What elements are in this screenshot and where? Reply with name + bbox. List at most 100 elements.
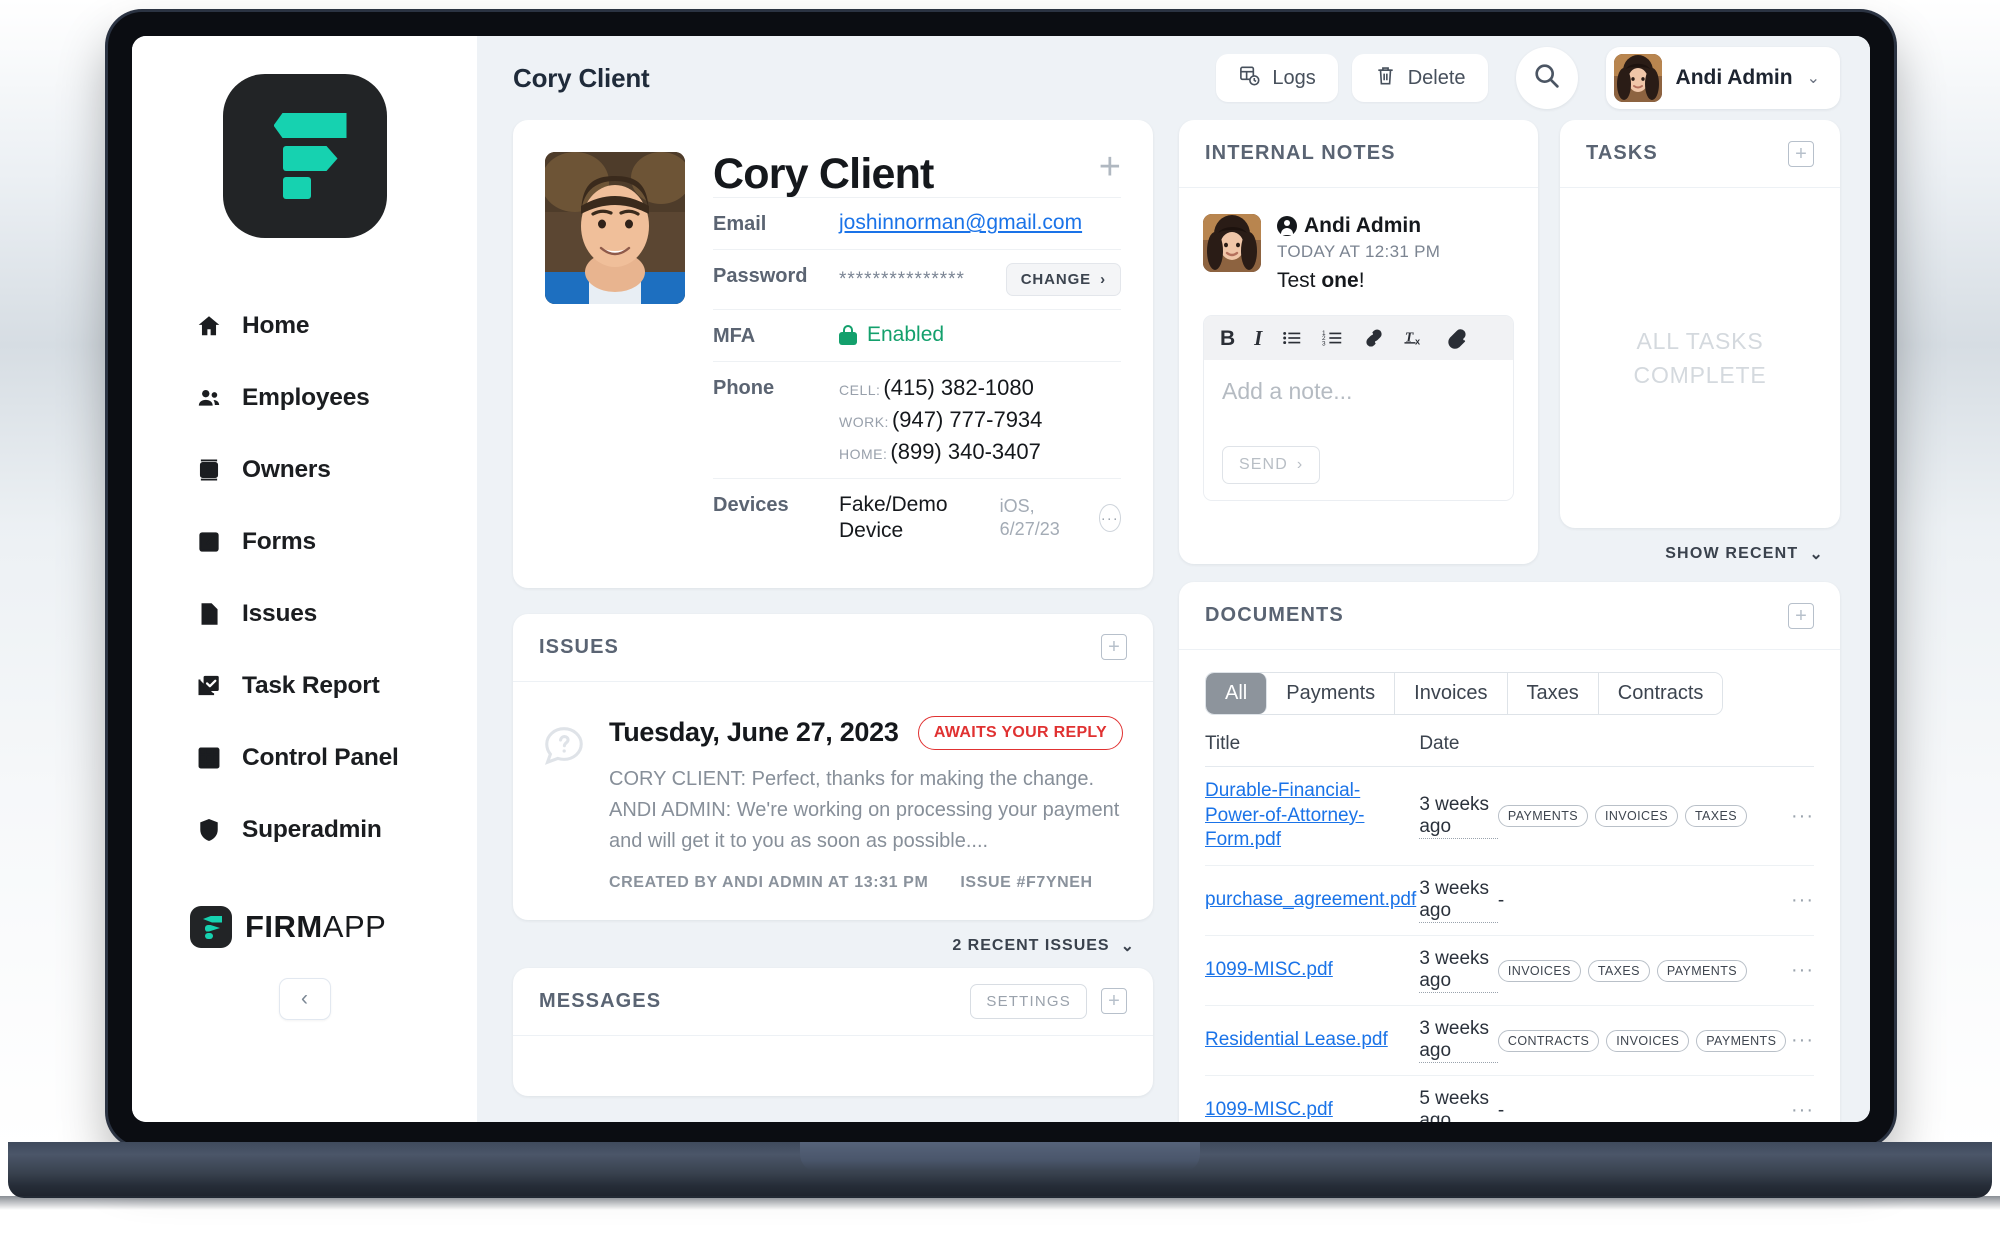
sidebar-item-issues[interactable]: Issues: [195, 578, 477, 650]
note-timestamp: TODAY AT 12:31 PM: [1277, 242, 1441, 261]
document-title-link[interactable]: 1099-MISC.pdf: [1205, 958, 1333, 983]
tasks-empty-line1: ALL TASKS: [1636, 327, 1764, 354]
sidebar-brand-footer: FIRMAPP: [132, 906, 477, 948]
user-menu[interactable]: Andi Admin ⌄: [1605, 47, 1840, 109]
sidebar-item-home[interactable]: Home: [195, 290, 477, 362]
phone-work-type: WORK:: [839, 414, 889, 431]
document-tags-empty: -: [1497, 1099, 1505, 1121]
row-menu-button[interactable]: ···: [1786, 1005, 1814, 1077]
row-menu-button[interactable]: ···: [1786, 1075, 1814, 1122]
sidebar-item-task-report[interactable]: Task Report: [195, 650, 477, 722]
add-message-button[interactable]: +: [1101, 988, 1127, 1015]
column-tags: [1497, 733, 1787, 767]
tab-payments[interactable]: Payments: [1267, 673, 1396, 714]
documents-table-head: Title Date: [1205, 733, 1814, 767]
note-editor: B I 123 T x Add a note... SEND ›: [1203, 315, 1514, 501]
issue-date: Tuesday, June 27, 2023: [609, 717, 899, 748]
email-link[interactable]: joshinnorman@gmail.com: [839, 211, 1082, 234]
document-date: 5 weeks ago: [1419, 1088, 1498, 1122]
content-grid: Cory Client + Email joshinnorman@gmail.c…: [477, 120, 1870, 1122]
email-label: Email: [713, 213, 767, 236]
laptop-frame: Home Employees Owners Forms Issues Task …: [108, 12, 1894, 1146]
bullet-list-icon[interactable]: [1281, 327, 1303, 349]
attachment-icon[interactable]: [1445, 327, 1467, 349]
messages-settings-button[interactable]: SETTINGS: [970, 983, 1087, 1019]
clear-format-icon[interactable]: Tx: [1404, 327, 1426, 349]
change-password-button[interactable]: CHANGE ›: [1005, 263, 1121, 297]
show-recent-toggle[interactable]: SHOW RECENT ⌄: [1665, 544, 1824, 564]
internal-notes-card: INTERNAL NOTES Andi Admin TODAY AT 12:31…: [1179, 120, 1538, 564]
row-menu-button[interactable]: ···: [1786, 935, 1814, 1007]
device-menu-button[interactable]: ···: [1098, 504, 1121, 533]
sidebar-label-control-panel: Control Panel: [242, 744, 399, 771]
row-menu-button[interactable]: ···: [1786, 865, 1814, 937]
sidebar-collapse-button[interactable]: ‹: [278, 978, 331, 1020]
add-issue-button[interactable]: +: [1101, 634, 1127, 661]
tag-payments: PAYMENTS: [1656, 959, 1747, 982]
sidebar-item-owners[interactable]: Owners: [195, 434, 477, 506]
table-row[interactable]: purchase_agreement.pdf 3 weeks ago - ···: [1205, 865, 1814, 937]
password-label: Password: [713, 265, 808, 288]
phone-home: HOME: (899) 340-3407: [839, 439, 1121, 465]
sidebar-item-employees[interactable]: Employees: [195, 362, 477, 434]
sidebar-item-forms[interactable]: Forms: [195, 506, 477, 578]
screenshot-stage: Home Employees Owners Forms Issues Task …: [0, 0, 2000, 1233]
id-card-icon: [195, 456, 223, 484]
notes-body: Andi Admin TODAY AT 12:31 PM Test one! B…: [1179, 188, 1538, 525]
delete-button[interactable]: Delete: [1351, 54, 1488, 102]
messages-body: [513, 1036, 1153, 1096]
document-title-link[interactable]: purchase_agreement.pdf: [1205, 888, 1416, 913]
firmapp-logo-icon: [222, 74, 387, 238]
sidebar-item-superadmin[interactable]: Superadmin: [195, 794, 477, 866]
tasks-card: TASKS + ALL TASKS COMPLETE: [1560, 120, 1840, 528]
note-placeholder: Add a note...: [1222, 378, 1353, 404]
note-author-avatar: [1203, 214, 1261, 272]
tab-taxes[interactable]: Taxes: [1507, 673, 1599, 714]
table-row[interactable]: 1099-MISC.pdf 3 weeks ago INVOICES TAXES…: [1205, 935, 1814, 1007]
tab-invoices[interactable]: Invoices: [1395, 673, 1508, 714]
table-row[interactable]: Durable-Financial-Power-of-Attorney-Form…: [1205, 766, 1814, 867]
issue-meta: CREATED BY ANDI ADMIN AT 13:31 PM ISSUE …: [609, 874, 1123, 892]
sidebar-label-task-report: Task Report: [242, 672, 380, 699]
chevron-left-icon: ‹: [301, 987, 308, 1010]
document-title-link[interactable]: 1099-MISC.pdf: [1205, 1098, 1333, 1122]
table-row[interactable]: 1099-MISC.pdf 5 weeks ago - ···: [1205, 1075, 1814, 1122]
recent-issues-toggle[interactable]: 2 RECENT ISSUES ⌄: [952, 936, 1135, 956]
link-icon[interactable]: [1363, 327, 1385, 349]
notes-header: INTERNAL NOTES: [1179, 120, 1538, 188]
tag-payments: PAYMENTS: [1497, 805, 1588, 828]
bold-icon[interactable]: B: [1220, 328, 1235, 349]
phone-cell-type: CELL:: [839, 382, 881, 399]
add-document-button[interactable]: +: [1788, 602, 1814, 629]
note-input[interactable]: Add a note... SEND ›: [1204, 360, 1513, 500]
issues-header: ISSUES +: [513, 614, 1153, 682]
document-title-link[interactable]: Residential Lease.pdf: [1205, 1028, 1388, 1053]
trash-icon: [1374, 64, 1397, 93]
sidebar-item-control-panel[interactable]: Control Panel: [195, 722, 477, 794]
field-phone: Phone CELL: (415) 382-1080 WORK: (947) 777…: [713, 361, 1121, 478]
tasks-body: ALL TASKS COMPLETE: [1560, 188, 1840, 528]
table-header-row: Title Date: [1205, 733, 1814, 767]
row-menu-button[interactable]: ···: [1786, 766, 1814, 867]
device-name: Fake/Demo Device: [839, 493, 948, 543]
documents-card: DOCUMENTS + All Payments Invoices Taxes …: [1179, 582, 1840, 1122]
phone-home-number: (899) 340-3407: [890, 439, 1041, 465]
profile-add-button[interactable]: +: [1099, 148, 1121, 186]
password-masked-value: ***************: [839, 268, 965, 290]
issue-item[interactable]: Tuesday, June 27, 2023 AWAITS YOUR REPLY…: [513, 682, 1153, 920]
table-row[interactable]: Residential Lease.pdf 3 weeks ago CONTRA…: [1205, 1005, 1814, 1077]
send-note-button[interactable]: SEND ›: [1222, 446, 1321, 484]
home-icon: [195, 312, 223, 340]
search-button[interactable]: [1515, 47, 1578, 109]
logs-button[interactable]: Logs: [1216, 54, 1338, 102]
tag-invoices: INVOICES: [1595, 805, 1678, 828]
firmapp-mini-logo-icon: [190, 906, 232, 948]
field-mfa: MFA Enabled: [713, 309, 1121, 361]
document-title-link[interactable]: Durable-Financial-Power-of-Attorney-Form…: [1205, 779, 1419, 853]
numbered-list-icon[interactable]: 123: [1322, 327, 1344, 349]
tasks-empty-line2: COMPLETE: [1633, 362, 1767, 388]
italic-icon[interactable]: I: [1254, 327, 1262, 349]
tab-contracts[interactable]: Contracts: [1598, 673, 1723, 714]
add-task-button[interactable]: +: [1788, 140, 1814, 167]
tab-all[interactable]: All: [1206, 673, 1268, 714]
